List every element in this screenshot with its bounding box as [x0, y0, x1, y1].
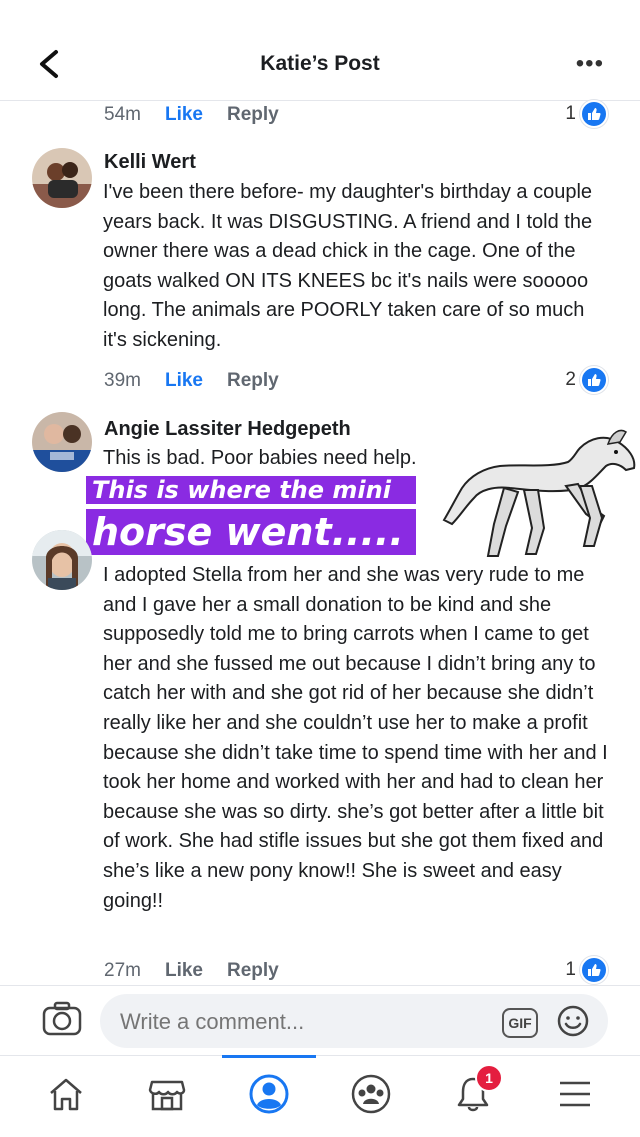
comment-meta-row: 54m Like Reply	[104, 104, 279, 126]
bottom-tab-bar: 1	[0, 1055, 640, 1137]
comment-time: 54m	[104, 104, 141, 125]
tab-marketplace[interactable]	[143, 1070, 191, 1118]
reaction-count[interactable]: 1	[565, 956, 608, 984]
reply-link[interactable]: Reply	[227, 370, 279, 392]
camera-icon[interactable]	[42, 1000, 82, 1036]
comment-text: I adopted Stella from her and she was ve…	[103, 564, 608, 912]
comment-meta-row: 27m Like Reply	[104, 960, 279, 982]
like-link[interactable]: Like	[165, 960, 203, 982]
reaction-count[interactable]: 2	[565, 366, 608, 394]
horse-sticker-icon	[442, 429, 636, 557]
tab-groups[interactable]	[347, 1070, 395, 1118]
menu-icon	[560, 1081, 590, 1107]
profile-icon	[249, 1074, 289, 1114]
home-icon	[50, 1078, 82, 1111]
commenter-name[interactable]: Kelli Wert	[104, 151, 196, 174]
avatar[interactable]	[32, 148, 92, 208]
reaction-count[interactable]: 1	[565, 100, 608, 128]
like-link[interactable]: Like	[165, 370, 203, 392]
gif-button[interactable]: GIF	[502, 1008, 538, 1038]
tab-home[interactable]	[42, 1070, 90, 1118]
comment-input[interactable]	[118, 994, 482, 1050]
reaction-number: 1	[565, 959, 576, 980]
thumbs-up-icon	[580, 100, 608, 128]
reaction-number: 2	[565, 369, 576, 390]
tab-profile[interactable]	[245, 1070, 293, 1118]
comment-time: 27m	[104, 960, 141, 981]
more-options-icon[interactable]: •••	[576, 52, 604, 76]
emoji-icon[interactable]	[556, 1004, 590, 1038]
overlay-caption-line-1: This is where the mini	[86, 476, 416, 504]
reaction-number: 1	[565, 103, 576, 124]
reply-link[interactable]: Reply	[227, 960, 279, 982]
groups-icon	[351, 1074, 391, 1114]
comment-composer: GIF	[0, 985, 640, 1056]
page-title: Katie’s Post	[260, 52, 380, 75]
thumbs-up-icon	[580, 366, 608, 394]
avatar[interactable]	[32, 530, 92, 590]
reply-link[interactable]: Reply	[227, 104, 279, 126]
like-link[interactable]: Like	[165, 104, 203, 126]
comment-time: 39m	[104, 370, 141, 391]
comment-meta-row: 39m Like Reply	[104, 370, 279, 392]
thumbs-up-icon	[580, 956, 608, 984]
commenter-name[interactable]: Angie Lassiter Hedgepeth	[104, 418, 351, 441]
comment-input-wrapper: GIF	[100, 994, 608, 1050]
active-tab-indicator	[222, 1055, 316, 1058]
marketplace-icon	[148, 1080, 186, 1111]
tab-menu[interactable]	[551, 1070, 599, 1118]
overlay-caption-line-2: horse went.....	[86, 509, 416, 555]
top-bar: Katie’s Post •••	[0, 0, 640, 101]
avatar[interactable]	[32, 412, 92, 472]
comment-text: I've been there before- my daughter's bi…	[103, 181, 593, 351]
notification-badge: 1	[475, 1064, 503, 1092]
tab-notifications[interactable]: 1	[449, 1064, 503, 1118]
